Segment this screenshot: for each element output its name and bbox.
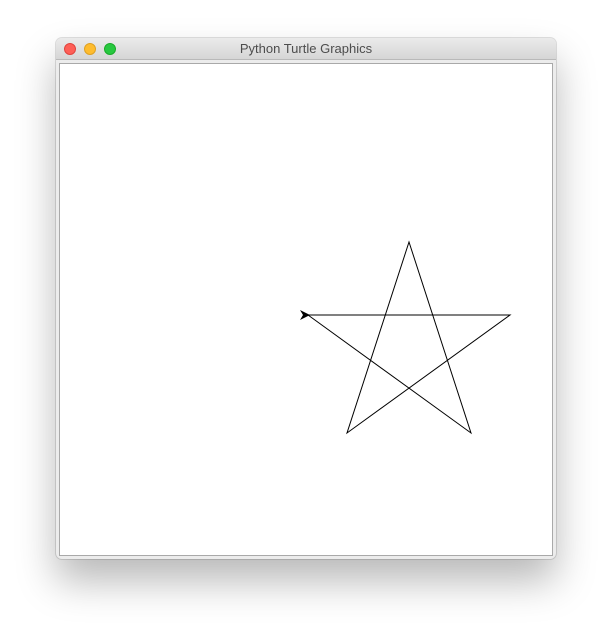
turtle-arrow-icon	[300, 310, 310, 320]
turtle-canvas[interactable]	[59, 63, 553, 556]
turtle-window: Python Turtle Graphics	[56, 38, 556, 559]
drawing-surface	[300, 240, 512, 435]
window-title: Python Turtle Graphics	[239, 41, 373, 56]
star-path	[307, 240, 512, 435]
title-bar[interactable]: Python Turtle Graphics	[56, 38, 556, 60]
